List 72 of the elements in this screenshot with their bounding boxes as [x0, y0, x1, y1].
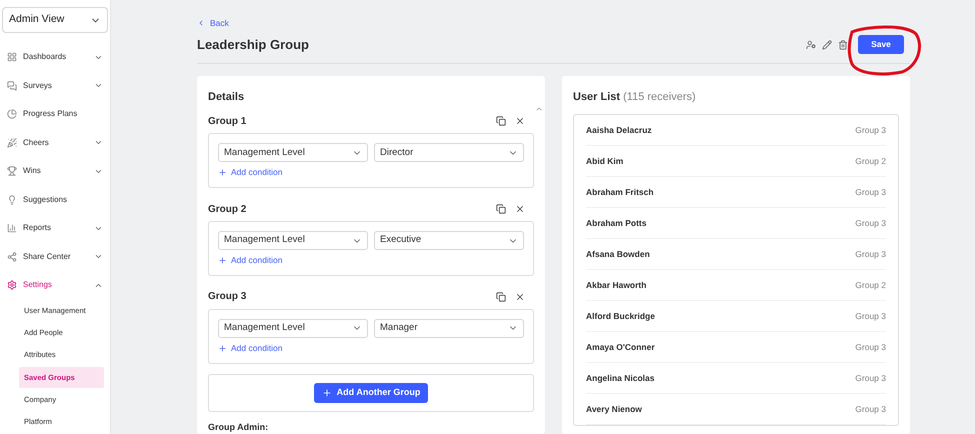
user-name: Alford Buckridge [586, 310, 655, 323]
save-button[interactable]: Save [858, 35, 904, 54]
value-select[interactable]: Manager [374, 318, 524, 338]
add-group-button[interactable]: Add Another Group [314, 382, 428, 402]
copy-icon[interactable] [496, 116, 506, 126]
user-group: Group 2 [855, 154, 886, 168]
party-popper-icon [7, 138, 17, 148]
user-settings-icon[interactable] [806, 40, 816, 50]
plus-icon [218, 256, 227, 265]
delete-icon[interactable] [838, 40, 848, 50]
group-label: Group 3 [208, 290, 246, 304]
user-name: Afsana Bowden [586, 248, 650, 261]
view-select[interactable]: Admin View [2, 7, 108, 33]
settings-icon [7, 280, 17, 290]
user-group: Group 3 [855, 124, 886, 137]
user-group: Group 3 [855, 340, 886, 354]
user-group: Group 3 [855, 248, 886, 261]
close-icon[interactable] [515, 204, 525, 214]
value-select[interactable]: Executive [374, 231, 524, 250]
group-label: Group 1 [208, 114, 246, 129]
copy-icon[interactable] [496, 204, 506, 214]
close-icon[interactable] [515, 116, 525, 126]
plus-icon [218, 168, 227, 178]
back-link[interactable]: Back [197, 16, 229, 30]
add-condition-link[interactable]: Add condition [218, 342, 524, 354]
lightbulb-icon [7, 194, 17, 205]
user-name: Akbar Haworth [586, 278, 646, 292]
add-condition-link[interactable]: Add condition [218, 166, 524, 179]
user-name: Abraham Fritsch [586, 186, 654, 199]
sidebar-item[interactable]: Settings [0, 271, 110, 300]
user-name: Aaisha Delacruz [586, 124, 652, 137]
pie-chart-icon [7, 109, 17, 120]
sidebar-item[interactable]: Progress Plans [0, 100, 110, 128]
close-icon[interactable] [515, 292, 525, 302]
sidebar-item[interactable]: Share Center [0, 242, 110, 271]
user-name: Angelina Nicolas [586, 372, 654, 385]
trophy-icon [7, 166, 17, 176]
copy-icon[interactable] [496, 292, 506, 302]
user-group: Group 3 [855, 216, 886, 230]
sidebar-item[interactable]: Wins [0, 157, 110, 186]
user-name: Abid Kim [586, 154, 624, 168]
user-group: Group 3 [855, 186, 886, 199]
user-group: Group 3 [855, 310, 886, 323]
group-label: Group 2 [208, 202, 246, 216]
user-group: Group 3 [855, 402, 886, 416]
attribute-select[interactable]: Management Level [218, 231, 368, 250]
bar-chart-icon [7, 223, 17, 234]
user-name: Amaya O'Conner [586, 340, 655, 354]
attribute-select[interactable]: Management Level [218, 318, 368, 338]
sidebar-item[interactable]: Reports [0, 214, 110, 242]
grid-icon [7, 52, 17, 62]
details-heading: Details [208, 90, 246, 105]
page-title: Leadership Group [197, 36, 309, 54]
user-group: Group 2 [855, 278, 886, 292]
share-icon [7, 252, 17, 262]
sidebar-item[interactable]: Surveys [0, 72, 110, 100]
edit-icon[interactable] [822, 40, 832, 50]
sidebar-item[interactable]: Cheers [0, 128, 110, 157]
value-select[interactable]: Director [374, 143, 524, 162]
user-name: Abraham Potts [586, 216, 646, 230]
add-condition-link[interactable]: Add condition [218, 254, 524, 267]
user-name: Avery Nienow [586, 402, 642, 416]
chevron-left-icon [197, 19, 205, 28]
sidebar-item[interactable]: Dashboards [0, 43, 110, 72]
plus-icon [218, 344, 227, 353]
user-group: Group 3 [855, 372, 886, 385]
sidebar-item[interactable]: Suggestions [0, 186, 110, 214]
group-admin-label: Group Admin: [208, 420, 270, 434]
plus-icon [322, 388, 332, 398]
user-list-heading: User List (115 receivers) [573, 90, 697, 105]
attribute-select[interactable]: Management Level [218, 143, 368, 162]
chat-bubbles-icon [7, 80, 17, 91]
